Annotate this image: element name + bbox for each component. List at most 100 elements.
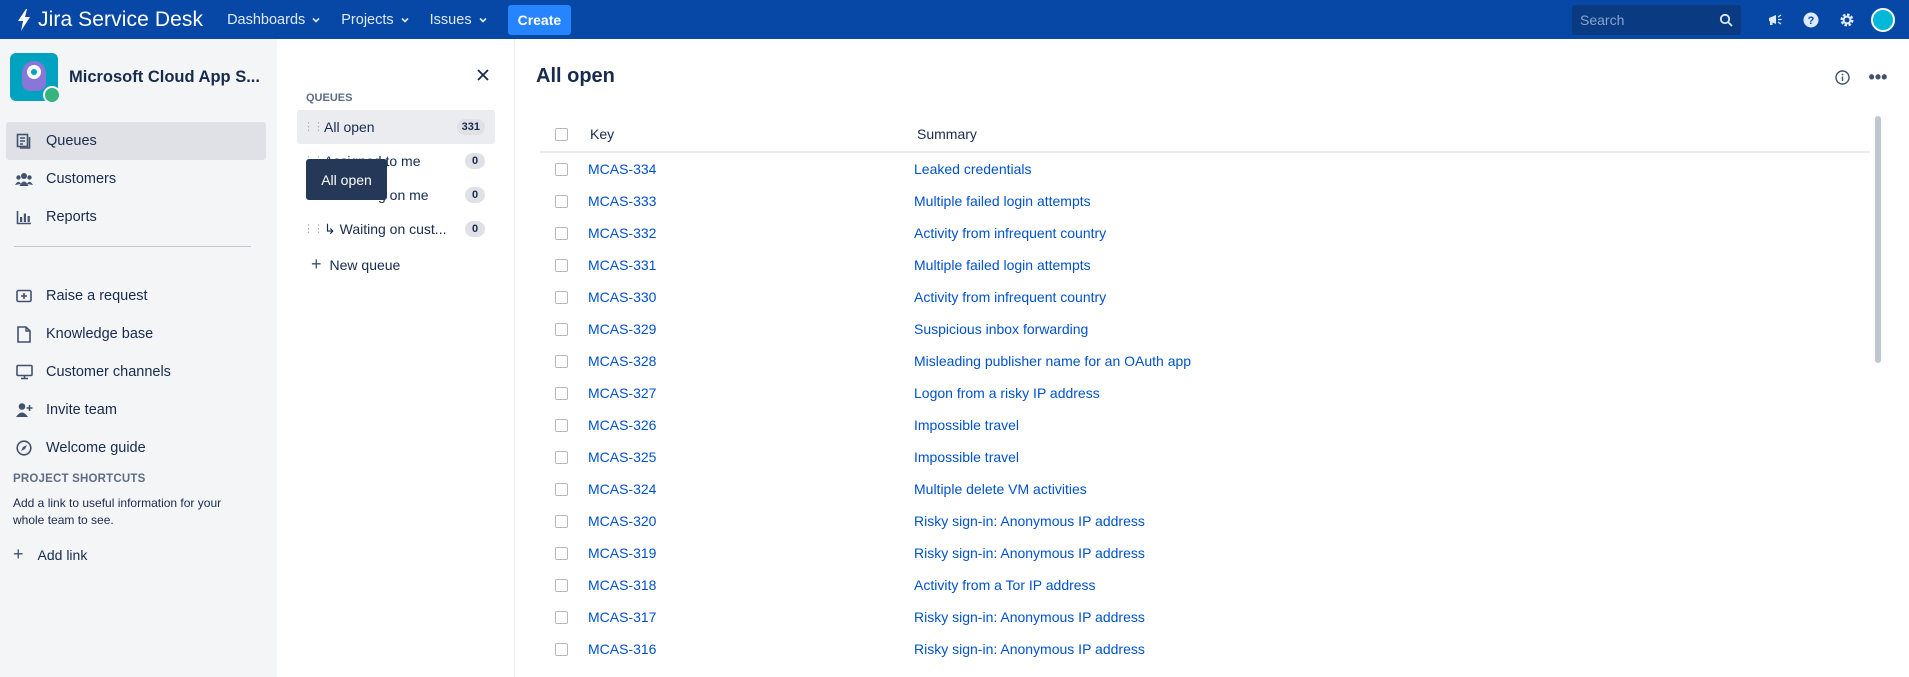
row-checkbox[interactable] <box>555 546 568 560</box>
more-options-icon[interactable]: ••• <box>1866 65 1890 89</box>
row-checkbox[interactable] <box>555 450 568 464</box>
issue-summary-link[interactable]: Impossible travel <box>914 417 1019 433</box>
project-header[interactable]: Microsoft Cloud App S... <box>10 53 260 104</box>
issue-summary-link[interactable]: Leaked credentials <box>914 161 1032 177</box>
table-row[interactable]: MCAS-327 Logon from a risky IP address <box>540 377 1870 409</box>
issue-summary-link[interactable]: Multiple delete VM activities <box>914 481 1087 497</box>
issue-key-link[interactable]: MCAS-316 <box>588 641 656 657</box>
issue-key-link[interactable]: MCAS-327 <box>588 385 656 401</box>
row-checkbox[interactable] <box>555 194 568 208</box>
table-row[interactable]: MCAS-328 Misleading publisher name for an… <box>540 345 1870 377</box>
row-checkbox[interactable] <box>555 258 568 272</box>
table-row[interactable]: MCAS-316 Risky sign-in: Anonymous IP addr… <box>540 633 1870 665</box>
table-row[interactable]: MCAS-329 Suspicious inbox forwarding <box>540 313 1870 345</box>
queue-count-badge: 0 <box>465 187 485 203</box>
table-row[interactable]: MCAS-317 Risky sign-in: Anonymous IP addr… <box>540 601 1870 633</box>
issue-summary-link[interactable]: Multiple failed login attempts <box>914 193 1091 209</box>
info-icon[interactable] <box>1832 67 1852 87</box>
queue-item-all-open[interactable]: ⋮⋮ All open 331 <box>297 110 495 144</box>
issue-key-link[interactable]: MCAS-332 <box>588 225 656 241</box>
sidebar-item-knowledge-base[interactable]: Knowledge base <box>6 315 266 353</box>
row-checkbox[interactable] <box>555 290 568 304</box>
issue-summary-link[interactable]: Activity from a Tor IP address <box>914 577 1096 593</box>
row-checkbox[interactable] <box>555 322 568 336</box>
drag-handle-icon[interactable]: ⋮⋮ <box>303 224 324 235</box>
create-button[interactable]: Create <box>507 4 572 35</box>
issue-key-link[interactable]: MCAS-318 <box>588 577 656 593</box>
column-header-key[interactable]: Key <box>590 126 614 142</box>
sidebar-item-reports[interactable]: Reports <box>6 198 266 236</box>
table-row[interactable]: MCAS-334 Leaked credentials <box>540 153 1870 185</box>
row-checkbox[interactable] <box>555 482 568 496</box>
issue-key-link[interactable]: MCAS-333 <box>588 193 656 209</box>
row-checkbox[interactable] <box>555 578 568 592</box>
invite-icon <box>14 400 34 420</box>
sidebar-item-invite-team[interactable]: Invite team <box>6 391 266 429</box>
issue-summary-link[interactable]: Activity from infrequent country <box>914 289 1106 305</box>
search-input[interactable]: Search <box>1572 4 1741 35</box>
row-checkbox[interactable] <box>555 226 568 240</box>
table-row[interactable]: MCAS-318 Activity from a Tor IP address <box>540 569 1870 601</box>
issue-key-link[interactable]: MCAS-317 <box>588 609 656 625</box>
new-queue-button[interactable]: + New queue <box>311 254 400 275</box>
close-icon[interactable] <box>473 65 493 85</box>
issue-key-link[interactable]: MCAS-324 <box>588 481 656 497</box>
issue-summary-link[interactable]: Logon from a risky IP address <box>914 385 1100 401</box>
sidebar-item-queues[interactable]: Queues <box>6 122 266 160</box>
row-checkbox[interactable] <box>555 610 568 624</box>
queue-item-waiting-on-customer[interactable]: ⋮⋮ ↳ Waiting on cust... 0 <box>297 212 495 246</box>
issue-summary-link[interactable]: Activity from infrequent country <box>914 225 1106 241</box>
table-row[interactable]: MCAS-331 Multiple failed login attempts <box>540 249 1870 281</box>
table-row[interactable]: MCAS-325 Impossible travel <box>540 441 1870 473</box>
issue-summary-link[interactable]: Suspicious inbox forwarding <box>914 321 1088 337</box>
issue-key-link[interactable]: MCAS-329 <box>588 321 656 337</box>
issue-key-link[interactable]: MCAS-325 <box>588 449 656 465</box>
issue-key-link[interactable]: MCAS-319 <box>588 545 656 561</box>
issue-summary-link[interactable]: Impossible travel <box>914 449 1019 465</box>
table-row[interactable]: MCAS-324 Multiple delete VM activities <box>540 473 1870 505</box>
issue-summary-link[interactable]: Risky sign-in: Anonymous IP address <box>914 513 1145 529</box>
table-row[interactable]: MCAS-326 Impossible travel <box>540 409 1870 441</box>
issue-key-link[interactable]: MCAS-328 <box>588 353 656 369</box>
row-checkbox[interactable] <box>555 642 568 656</box>
row-checkbox[interactable] <box>555 354 568 368</box>
issue-summary-link[interactable]: Risky sign-in: Anonymous IP address <box>914 641 1145 657</box>
nav-issues[interactable]: Issues <box>430 12 488 28</box>
issue-summary-link[interactable]: Risky sign-in: Anonymous IP address <box>914 545 1145 561</box>
row-checkbox[interactable] <box>555 418 568 432</box>
sidebar-item-raise-request[interactable]: Raise a request <box>6 277 266 315</box>
settings-icon[interactable] <box>1829 0 1865 39</box>
row-checkbox[interactable] <box>555 386 568 400</box>
table-row[interactable]: MCAS-332 Activity from infrequent country <box>540 217 1870 249</box>
row-checkbox[interactable] <box>555 514 568 528</box>
issue-key-link[interactable]: MCAS-334 <box>588 161 656 177</box>
add-link-button[interactable]: + Add link <box>13 544 87 565</box>
column-header-summary[interactable]: Summary <box>917 126 977 142</box>
nav-dashboards[interactable]: Dashboards <box>227 12 321 28</box>
drag-handle-icon[interactable]: ⋮⋮ <box>303 122 324 133</box>
jira-logo[interactable]: Jira Service Desk <box>16 0 203 39</box>
issue-key-link[interactable]: MCAS-326 <box>588 417 656 433</box>
issue-summary-link[interactable]: Multiple failed login attempts <box>914 257 1091 273</box>
issue-key-link[interactable]: MCAS-331 <box>588 257 656 273</box>
select-all-checkbox[interactable] <box>555 127 568 141</box>
sidebar-item-label: Knowledge base <box>46 326 154 342</box>
help-icon[interactable]: ? <box>1793 0 1829 39</box>
table-row[interactable]: MCAS-319 Risky sign-in: Anonymous IP addr… <box>540 537 1870 569</box>
row-checkbox[interactable] <box>555 162 568 176</box>
vertical-scrollbar[interactable] <box>1875 116 1881 363</box>
nav-projects[interactable]: Projects <box>341 12 409 28</box>
table-row[interactable]: MCAS-330 Activity from infrequent country <box>540 281 1870 313</box>
nav-dashboards-label: Dashboards <box>227 11 306 28</box>
notifications-icon[interactable] <box>1757 0 1793 39</box>
sidebar-item-customer-channels[interactable]: Customer channels <box>6 353 266 391</box>
issue-key-link[interactable]: MCAS-330 <box>588 289 656 305</box>
issue-summary-link[interactable]: Risky sign-in: Anonymous IP address <box>914 609 1145 625</box>
sidebar-item-welcome-guide[interactable]: Welcome guide <box>6 429 266 467</box>
issue-key-link[interactable]: MCAS-320 <box>588 513 656 529</box>
user-avatar[interactable] <box>1871 7 1895 32</box>
sidebar-item-customers[interactable]: Customers <box>6 160 266 198</box>
issue-summary-link[interactable]: Misleading publisher name for an OAuth a… <box>914 353 1191 369</box>
table-row[interactable]: MCAS-320 Risky sign-in: Anonymous IP addr… <box>540 505 1870 537</box>
table-row[interactable]: MCAS-333 Multiple failed login attempts <box>540 185 1870 217</box>
